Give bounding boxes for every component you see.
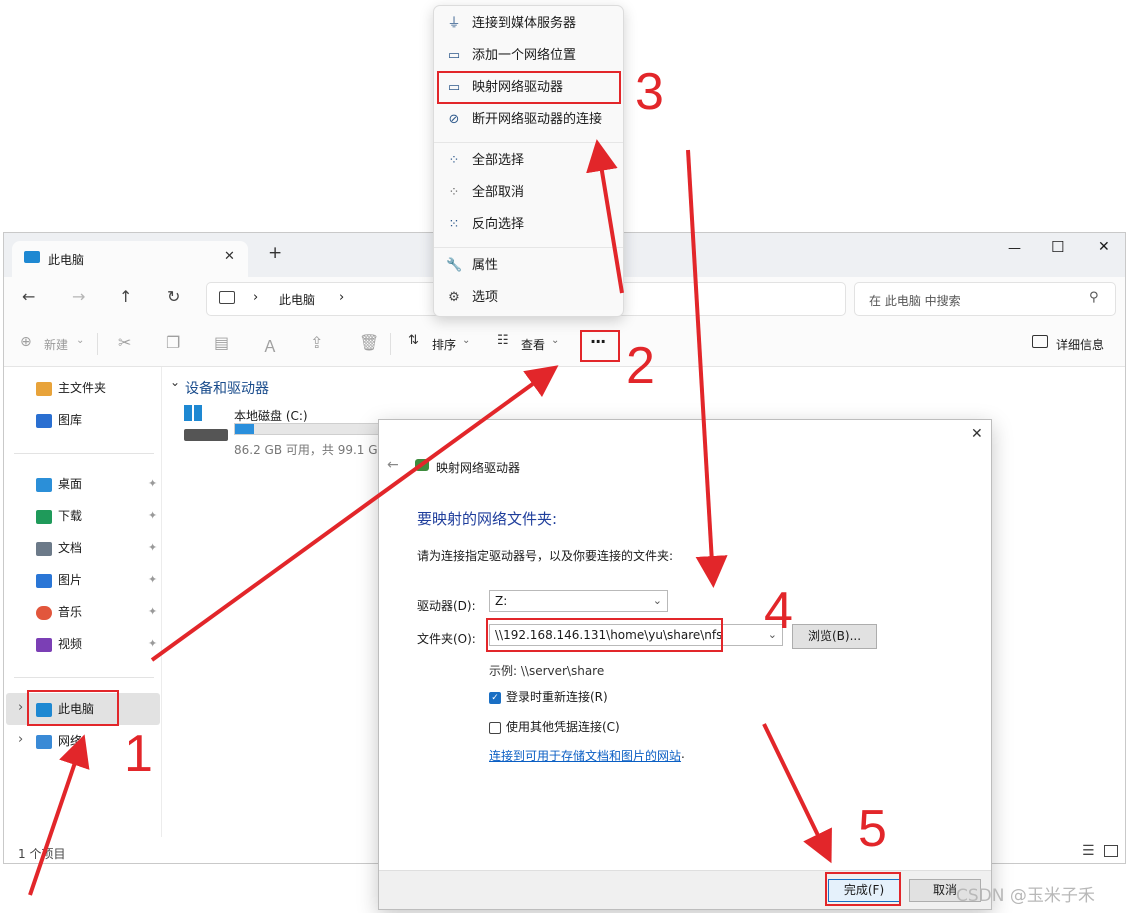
arrow-step-2 bbox=[150, 365, 559, 662]
watermark: CSDN @玉米子禾 bbox=[956, 886, 1095, 906]
arrow-step-5 bbox=[762, 723, 832, 864]
annotation-arrows bbox=[28, 139, 832, 896]
arrow-step-1 bbox=[28, 734, 90, 896]
arrow-step-3 bbox=[586, 139, 624, 294]
arrow-step-4 bbox=[686, 149, 728, 588]
